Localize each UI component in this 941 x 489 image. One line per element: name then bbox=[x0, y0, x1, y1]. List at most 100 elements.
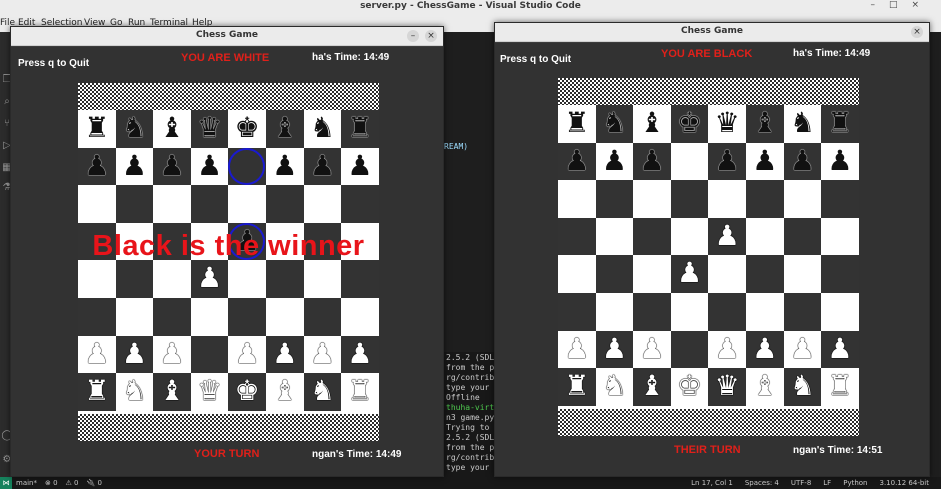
board-square[interactable] bbox=[190, 260, 229, 298]
board-square[interactable] bbox=[821, 217, 859, 256]
board-square[interactable] bbox=[670, 142, 709, 181]
board-square[interactable] bbox=[595, 255, 634, 293]
board-square[interactable] bbox=[595, 105, 634, 143]
board-square[interactable] bbox=[595, 142, 634, 181]
board-square[interactable] bbox=[783, 330, 822, 369]
board-square[interactable] bbox=[670, 255, 709, 293]
board-square[interactable] bbox=[746, 217, 784, 256]
board-square[interactable] bbox=[746, 293, 784, 331]
board-square[interactable] bbox=[115, 373, 154, 411]
board-square[interactable] bbox=[303, 260, 342, 298]
board-square[interactable] bbox=[266, 110, 304, 148]
board-square[interactable] bbox=[228, 298, 266, 336]
encoding[interactable]: UTF-8 bbox=[791, 479, 811, 487]
board-square[interactable] bbox=[746, 180, 784, 218]
board-square[interactable] bbox=[78, 110, 116, 148]
board-square[interactable] bbox=[633, 330, 671, 369]
board-square[interactable] bbox=[266, 373, 304, 411]
board-square[interactable] bbox=[153, 298, 191, 336]
board-square[interactable] bbox=[821, 142, 859, 181]
board-square[interactable] bbox=[190, 298, 229, 336]
board-square[interactable] bbox=[115, 147, 154, 186]
board-square[interactable] bbox=[303, 335, 342, 374]
board-square[interactable] bbox=[228, 185, 266, 223]
board-square[interactable] bbox=[190, 147, 229, 186]
remote-icon[interactable]: ⋈ bbox=[0, 477, 12, 489]
board-square[interactable] bbox=[595, 293, 634, 331]
board-square[interactable] bbox=[595, 180, 634, 218]
minimize-button[interactable]: – bbox=[407, 30, 419, 42]
board-square[interactable] bbox=[708, 330, 746, 369]
errors-status[interactable]: ⊗ 0 bbox=[45, 479, 58, 487]
board-square[interactable] bbox=[558, 330, 596, 369]
line-endings[interactable]: LF bbox=[823, 479, 831, 487]
warnings-status[interactable]: ⚠ 0 bbox=[66, 479, 79, 487]
board-square[interactable] bbox=[78, 373, 116, 411]
board-square[interactable] bbox=[670, 217, 709, 256]
board-square[interactable] bbox=[190, 373, 229, 411]
board-square[interactable] bbox=[670, 105, 709, 143]
board-square[interactable] bbox=[266, 335, 304, 374]
board-square[interactable] bbox=[783, 180, 822, 218]
board-square[interactable] bbox=[558, 142, 596, 181]
board-square[interactable] bbox=[821, 255, 859, 293]
board-square[interactable] bbox=[228, 373, 266, 411]
board-square[interactable] bbox=[595, 217, 634, 256]
terminal-panel[interactable]: 2.5.2 (SDL from the py rg/contribu type yo… bbox=[444, 352, 494, 477]
language-mode[interactable]: Python bbox=[843, 479, 867, 487]
board-square[interactable] bbox=[595, 330, 634, 369]
board-square[interactable] bbox=[708, 255, 746, 293]
board-square[interactable] bbox=[746, 105, 784, 143]
board-square[interactable] bbox=[633, 180, 671, 218]
board-square[interactable] bbox=[115, 185, 154, 223]
board-square[interactable] bbox=[708, 180, 746, 218]
board-square[interactable] bbox=[670, 368, 709, 406]
board-square[interactable] bbox=[266, 298, 304, 336]
board-square[interactable] bbox=[115, 110, 154, 148]
board-square[interactable] bbox=[153, 335, 191, 374]
game-canvas[interactable]: Press q to Quit YOU ARE WHITE ha's Time:… bbox=[11, 47, 443, 476]
board-square[interactable] bbox=[228, 110, 266, 148]
board-square[interactable] bbox=[783, 142, 822, 181]
vscode-window-controls[interactable]: –□× bbox=[870, 0, 933, 10]
board-square[interactable] bbox=[228, 335, 266, 374]
board-square[interactable] bbox=[821, 368, 859, 406]
board-square[interactable] bbox=[341, 260, 379, 298]
board-square[interactable] bbox=[821, 180, 859, 218]
board-square[interactable] bbox=[633, 105, 671, 143]
board-square[interactable] bbox=[266, 260, 304, 298]
board-square[interactable] bbox=[341, 185, 379, 223]
board-square[interactable] bbox=[783, 105, 822, 143]
board-square[interactable] bbox=[558, 217, 596, 256]
board-square[interactable] bbox=[633, 368, 671, 406]
board-square[interactable] bbox=[746, 368, 784, 406]
board-square[interactable] bbox=[115, 260, 154, 298]
board-square[interactable] bbox=[341, 147, 379, 186]
board-square[interactable] bbox=[341, 110, 379, 148]
board-square[interactable] bbox=[115, 298, 154, 336]
board-square[interactable] bbox=[303, 147, 342, 186]
board-square[interactable] bbox=[633, 293, 671, 331]
board-square[interactable] bbox=[190, 185, 229, 223]
board-square[interactable] bbox=[708, 142, 746, 181]
board-square[interactable] bbox=[341, 335, 379, 374]
board-square[interactable] bbox=[78, 185, 116, 223]
branch-status[interactable]: main* bbox=[16, 479, 37, 487]
board-square[interactable] bbox=[783, 255, 822, 293]
board-square[interactable] bbox=[303, 298, 342, 336]
editor-area[interactable]: REAM) bbox=[444, 32, 494, 352]
board-square[interactable] bbox=[78, 147, 116, 186]
board-square[interactable] bbox=[78, 260, 116, 298]
board-square[interactable] bbox=[303, 110, 342, 148]
board-square[interactable] bbox=[266, 147, 304, 186]
board-square[interactable] bbox=[341, 373, 379, 411]
board-square[interactable] bbox=[78, 335, 116, 374]
board-square[interactable] bbox=[558, 105, 596, 143]
board-square[interactable] bbox=[670, 293, 709, 331]
board-square[interactable] bbox=[341, 298, 379, 336]
game-canvas[interactable]: Press q to Quit YOU ARE BLACK ha's Time:… bbox=[495, 43, 929, 476]
board-square[interactable] bbox=[153, 185, 191, 223]
board-square[interactable] bbox=[266, 185, 304, 223]
board-square[interactable] bbox=[821, 105, 859, 143]
board-square[interactable] bbox=[190, 335, 229, 374]
